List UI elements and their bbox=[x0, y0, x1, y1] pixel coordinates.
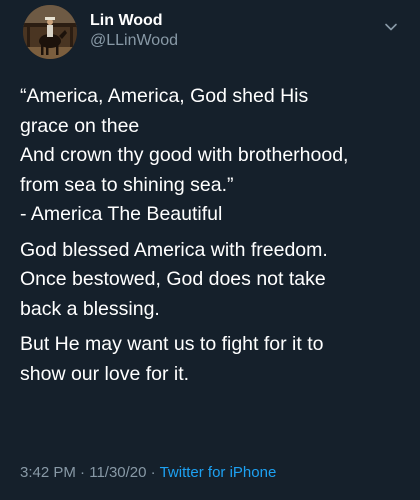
tweet-paragraph-freedom: God blessed America with freedom. Once b… bbox=[20, 236, 412, 325]
tweet-text: “America, America, God shed His grace on… bbox=[20, 82, 412, 395]
tweet-line: “America, America, God shed His bbox=[20, 85, 309, 107]
tweet-line: - America The Beautiful bbox=[20, 203, 223, 225]
avatar-image bbox=[23, 5, 77, 59]
tweet-time[interactable]: 3:42 PM bbox=[20, 464, 76, 481]
tweet-paragraph-quote: “America, America, God shed His grace on… bbox=[20, 82, 412, 230]
tweet-line: God blessed America with freedom. bbox=[20, 238, 328, 261]
avatar[interactable] bbox=[23, 5, 77, 59]
tweet-line: grace on thee bbox=[20, 114, 140, 137]
tweet-line: But He may want us to fight for it to bbox=[20, 333, 324, 355]
meta-separator: · bbox=[146, 464, 160, 481]
chevron-down-icon[interactable] bbox=[384, 20, 398, 34]
tweet-date[interactable]: 11/30/20 bbox=[89, 464, 146, 481]
tweet-line: And crown thy good with brotherhood, bbox=[20, 144, 349, 166]
tweet-source-link[interactable]: Twitter for iPhone bbox=[160, 464, 277, 481]
tweet-card: Lin Wood @LLinWood “America, America, Go… bbox=[0, 0, 420, 500]
meta-separator: · bbox=[75, 464, 90, 481]
tweet-line: back a blessing. bbox=[20, 297, 160, 320]
author-name[interactable]: Lin Wood bbox=[90, 11, 163, 30]
tweet-paragraph-fight: But He may want us to fight for it to sh… bbox=[20, 330, 412, 389]
tweet-meta: 3:42 PM · 11/30/20 · Twitter for iPhone bbox=[20, 464, 276, 482]
author-handle[interactable]: @LLinWood bbox=[90, 31, 178, 50]
tweet-line: Once bestowed, God does not take bbox=[20, 268, 326, 290]
tweet-line: from sea to shining sea.” bbox=[20, 173, 234, 196]
tweet-line: show our love for it. bbox=[20, 362, 190, 385]
